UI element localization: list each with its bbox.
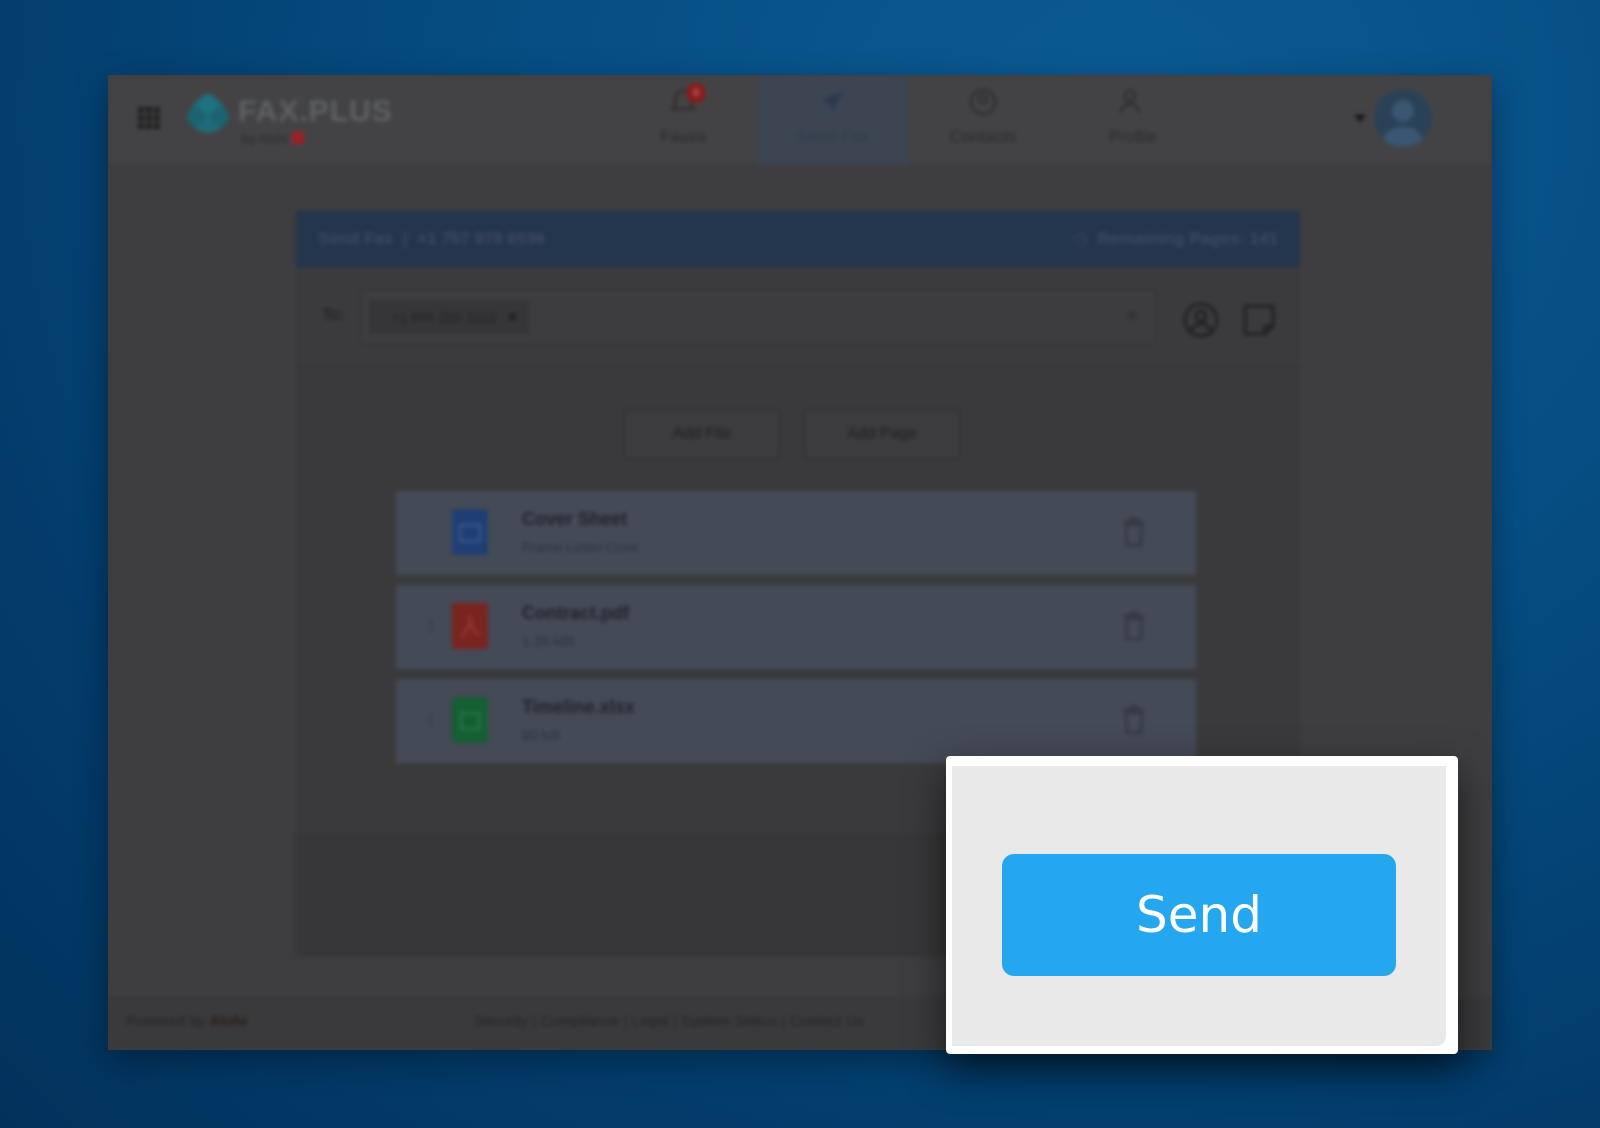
logo-text: FAX.PLUS (238, 95, 393, 128)
nav-contacts[interactable]: Contacts (908, 75, 1058, 165)
file-meta: 80 KB (522, 727, 561, 743)
nav-send-fax-label: Send Fax (796, 127, 870, 146)
pdf-icon (452, 603, 488, 649)
file-name: Contract.pdf (522, 603, 629, 623)
add-page-button[interactable]: Add Page (804, 409, 960, 459)
send-popup: Send (946, 756, 1458, 1054)
file-meta: Frame Letter Cove (522, 539, 639, 555)
nav-send-fax[interactable]: Send Fax (758, 75, 908, 165)
remove-recipient-icon[interactable]: ✕ (507, 300, 519, 334)
drag-handle-icon[interactable]: ⋮ (424, 617, 438, 634)
logo-subtitle: by Alohi (242, 131, 304, 146)
recipient-row: To: +1 669 200 1010 ✕ ✕ (296, 267, 1300, 367)
clock-icon: ◷ (1073, 229, 1089, 248)
avatar[interactable] (1374, 89, 1432, 147)
fax-plus-logo-icon (187, 94, 229, 133)
file-name: Cover Sheet (522, 509, 628, 529)
file-name: Timeline.xlsx (522, 697, 635, 717)
recipient-input[interactable]: +1 669 200 1010 ✕ ✕ (360, 289, 1156, 345)
chevron-down-icon[interactable] (1354, 115, 1366, 122)
recipient-chip[interactable]: +1 669 200 1010 ✕ (369, 300, 529, 334)
popup-panel: Send (952, 766, 1446, 1046)
top-header: FAX.PLUS by Alohi 0 Faxes Send Fax Conta… (108, 75, 1492, 165)
add-buttons: Add File Add Page (624, 409, 960, 459)
spreadsheet-icon (452, 697, 488, 743)
list-item[interactable]: Cover Sheet Frame Letter Cove (396, 491, 1196, 575)
list-item[interactable]: ⋮ Contract.pdf 1.28 MB (396, 585, 1196, 669)
swiss-flag-icon (291, 132, 304, 144)
nav-faxes[interactable]: 0 Faxes (608, 75, 758, 165)
trash-icon[interactable] (1122, 517, 1146, 547)
list-item[interactable]: ⋮ Timeline.xlsx 80 KB (396, 679, 1196, 763)
trash-icon[interactable] (1122, 611, 1146, 641)
remaining-pages: ◷ Remaining Pages: 141 (1073, 229, 1278, 248)
card-header: Send Fax | +1 757 979 6536 ◷ Remaining P… (296, 211, 1300, 267)
apps-grid-icon[interactable] (138, 107, 160, 129)
logo[interactable]: FAX.PLUS by Alohi (186, 91, 446, 151)
nav-profile-label: Profile (1108, 127, 1158, 146)
contact-icon (970, 89, 996, 115)
note-icon[interactable] (1240, 301, 1278, 339)
add-file-button[interactable]: Add File (624, 409, 780, 459)
main-nav: 0 Faxes Send Fax Contacts Profile (608, 75, 1208, 165)
contact-picker-icon[interactable] (1182, 301, 1220, 339)
faxes-badge: 0 (686, 83, 706, 103)
to-label: To: (322, 305, 345, 324)
profile-icon (1120, 90, 1140, 114)
nav-profile[interactable]: Profile (1058, 75, 1208, 165)
send-button[interactable]: Send (1002, 854, 1396, 976)
user-avatar-icon (1382, 100, 1424, 147)
powered-by: Powered by Alohi (126, 1013, 247, 1030)
card-title: Send Fax | +1 757 979 6536 (318, 229, 546, 248)
file-meta: 1.28 MB (522, 633, 575, 649)
drag-handle-icon[interactable]: ⋮ (424, 711, 438, 728)
from-number: +1 757 979 6536 (417, 229, 546, 248)
file-list: Cover Sheet Frame Letter Cove ⋮ Contract… (396, 491, 1196, 773)
nav-faxes-label: Faxes (659, 127, 707, 146)
clear-input-icon[interactable]: ✕ (1126, 306, 1139, 326)
footer-links[interactable]: Security | Compliance | Legal | System S… (474, 1013, 864, 1030)
paper-plane-icon (821, 90, 844, 113)
document-icon (452, 509, 488, 555)
trash-icon[interactable] (1122, 705, 1146, 735)
nav-contacts-label: Contacts (949, 127, 1017, 146)
